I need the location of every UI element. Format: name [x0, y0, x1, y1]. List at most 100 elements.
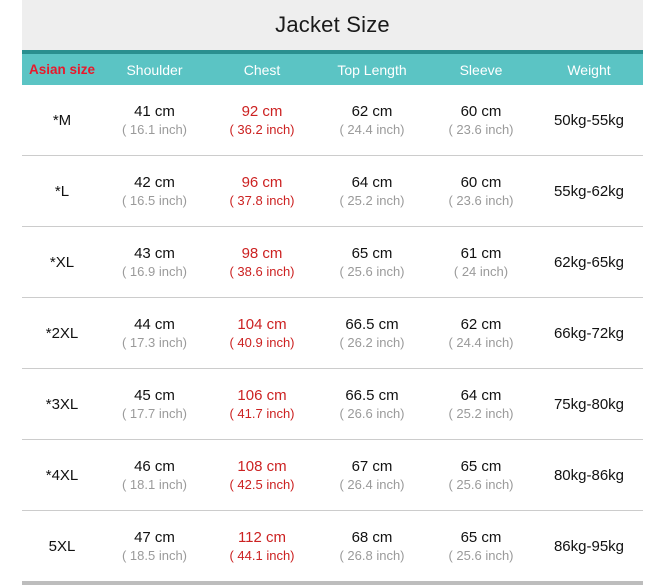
value-inch: ( 26.2 inch): [317, 334, 427, 351]
measurement-shoulder: 46 cm ( 18.1 inch): [102, 457, 207, 494]
value-cm: 66.5 cm: [317, 386, 427, 406]
measurement-shoulder: 47 cm ( 18.5 inch): [102, 528, 207, 565]
value-cm: 60 cm: [427, 173, 535, 193]
value-inch: ( 24 inch): [427, 263, 535, 280]
cell-shoulder: 42 cm ( 16.5 inch): [102, 156, 207, 227]
value-inch: ( 23.6 inch): [427, 192, 535, 209]
column-header-sleeve: Sleeve: [427, 52, 535, 85]
measurement-top-length: 65 cm ( 25.6 inch): [317, 244, 427, 281]
cell-sleeve: 60 cm ( 23.6 inch): [427, 85, 535, 156]
size-chart: Jacket Size Asian size Shoulder Chest To…: [0, 0, 661, 571]
page-title: Jacket Size: [275, 12, 390, 38]
value-inch: ( 18.1 inch): [102, 476, 207, 493]
cell-sleeve: 65 cm ( 25.6 inch): [427, 511, 535, 584]
cell-size: *L: [22, 156, 102, 227]
value-inch: ( 37.8 inch): [207, 192, 317, 209]
value-cm: 92 cm: [207, 102, 317, 122]
value-cm: 61 cm: [427, 244, 535, 264]
measurement-chest: 92 cm ( 36.2 inch): [207, 102, 317, 139]
cell-top-length: 67 cm ( 26.4 inch): [317, 440, 427, 511]
measurement-sleeve: 61 cm ( 24 inch): [427, 244, 535, 281]
measurement-sleeve: 64 cm ( 25.2 inch): [427, 386, 535, 423]
cell-size: 5XL: [22, 511, 102, 584]
cell-size: *3XL: [22, 369, 102, 440]
value-inch: ( 16.9 inch): [102, 263, 207, 280]
value-cm: 47 cm: [102, 528, 207, 548]
cell-shoulder: 46 cm ( 18.1 inch): [102, 440, 207, 511]
value-inch: ( 18.5 inch): [102, 547, 207, 564]
cell-top-length: 64 cm ( 25.2 inch): [317, 156, 427, 227]
measurement-chest: 112 cm ( 44.1 inch): [207, 528, 317, 565]
value-inch: ( 44.1 inch): [207, 547, 317, 564]
cell-chest: 104 cm ( 40.9 inch): [207, 298, 317, 369]
measurement-sleeve: 65 cm ( 25.6 inch): [427, 528, 535, 565]
measurement-sleeve: 60 cm ( 23.6 inch): [427, 173, 535, 210]
cell-chest: 92 cm ( 36.2 inch): [207, 85, 317, 156]
cell-size: *XL: [22, 227, 102, 298]
value-cm: 65 cm: [427, 457, 535, 477]
table-row: 5XL 47 cm ( 18.5 inch) 112 cm ( 44.1 inc…: [22, 511, 643, 584]
measurement-top-length: 66.5 cm ( 26.2 inch): [317, 315, 427, 352]
cell-sleeve: 61 cm ( 24 inch): [427, 227, 535, 298]
table-row: *M 41 cm ( 16.1 inch) 92 cm ( 36.2 inch): [22, 85, 643, 156]
value-inch: ( 16.1 inch): [102, 121, 207, 138]
value-inch: ( 26.8 inch): [317, 547, 427, 564]
cell-sleeve: 64 cm ( 25.2 inch): [427, 369, 535, 440]
value-inch: ( 26.4 inch): [317, 476, 427, 493]
column-header-shoulder: Shoulder: [102, 52, 207, 85]
value-inch: ( 25.6 inch): [427, 547, 535, 564]
cell-size: *2XL: [22, 298, 102, 369]
cell-chest: 112 cm ( 44.1 inch): [207, 511, 317, 584]
value-inch: ( 23.6 inch): [427, 121, 535, 138]
cell-size: *M: [22, 85, 102, 156]
measurement-sleeve: 62 cm ( 24.4 inch): [427, 315, 535, 352]
value-cm: 98 cm: [207, 244, 317, 264]
value-cm: 62 cm: [427, 315, 535, 335]
cell-shoulder: 47 cm ( 18.5 inch): [102, 511, 207, 584]
table-header: Asian size Shoulder Chest Top Length Sle…: [22, 52, 643, 85]
value-cm: 65 cm: [317, 244, 427, 264]
column-header-asian-size: Asian size: [22, 52, 102, 85]
value-inch: ( 36.2 inch): [207, 121, 317, 138]
cell-weight: 50kg-55kg: [535, 85, 643, 156]
measurement-shoulder: 44 cm ( 17.3 inch): [102, 315, 207, 352]
value-cm: 108 cm: [207, 457, 317, 477]
cell-shoulder: 44 cm ( 17.3 inch): [102, 298, 207, 369]
value-cm: 44 cm: [102, 315, 207, 335]
value-cm: 112 cm: [207, 528, 317, 548]
cell-weight: 86kg-95kg: [535, 511, 643, 584]
cell-weight: 62kg-65kg: [535, 227, 643, 298]
cell-weight: 66kg-72kg: [535, 298, 643, 369]
value-inch: ( 25.6 inch): [427, 476, 535, 493]
value-inch: ( 26.6 inch): [317, 405, 427, 422]
value-cm: 43 cm: [102, 244, 207, 264]
chart-title-band: Jacket Size: [22, 0, 643, 50]
cell-top-length: 68 cm ( 26.8 inch): [317, 511, 427, 584]
value-inch: ( 25.2 inch): [317, 192, 427, 209]
value-inch: ( 17.7 inch): [102, 405, 207, 422]
value-inch: ( 24.4 inch): [317, 121, 427, 138]
value-cm: 65 cm: [427, 528, 535, 548]
value-cm: 67 cm: [317, 457, 427, 477]
value-inch: ( 38.6 inch): [207, 263, 317, 280]
value-inch: ( 24.4 inch): [427, 334, 535, 351]
measurement-chest: 108 cm ( 42.5 inch): [207, 457, 317, 494]
table-body: *M 41 cm ( 16.1 inch) 92 cm ( 36.2 inch): [22, 85, 643, 583]
measurement-shoulder: 42 cm ( 16.5 inch): [102, 173, 207, 210]
cell-shoulder: 43 cm ( 16.9 inch): [102, 227, 207, 298]
column-header-chest: Chest: [207, 52, 317, 85]
value-cm: 41 cm: [102, 102, 207, 122]
measurement-sleeve: 60 cm ( 23.6 inch): [427, 102, 535, 139]
value-inch: ( 17.3 inch): [102, 334, 207, 351]
column-header-weight: Weight: [535, 52, 643, 85]
measurement-chest: 104 cm ( 40.9 inch): [207, 315, 317, 352]
value-cm: 104 cm: [207, 315, 317, 335]
cell-shoulder: 41 cm ( 16.1 inch): [102, 85, 207, 156]
value-cm: 42 cm: [102, 173, 207, 193]
table-row: *XL 43 cm ( 16.9 inch) 98 cm ( 38.6 inch…: [22, 227, 643, 298]
measurement-chest: 98 cm ( 38.6 inch): [207, 244, 317, 281]
table-row: *2XL 44 cm ( 17.3 inch) 104 cm ( 40.9 in…: [22, 298, 643, 369]
cell-size: *4XL: [22, 440, 102, 511]
value-cm: 64 cm: [317, 173, 427, 193]
cell-chest: 96 cm ( 37.8 inch): [207, 156, 317, 227]
